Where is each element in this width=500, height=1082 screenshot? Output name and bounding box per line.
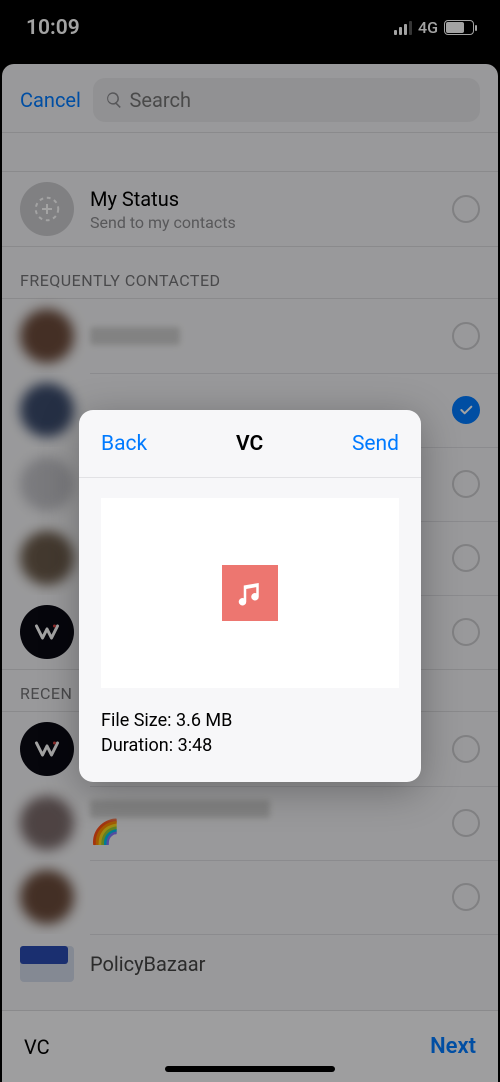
- file-meta: File Size: 3.6 MB Duration: 3:48: [101, 708, 399, 758]
- modal-header: Back VC Send: [79, 410, 421, 478]
- duration-value: 3:48: [178, 735, 213, 756]
- back-button[interactable]: Back: [101, 432, 147, 456]
- music-icon: [222, 565, 278, 621]
- file-preview-modal: Back VC Send File Size: 3.6 MB Duration:…: [79, 410, 421, 782]
- file-size-label: File Size:: [101, 710, 171, 731]
- home-indicator[interactable]: [165, 1066, 335, 1072]
- modal-title: VC: [236, 432, 263, 456]
- file-size-value: 3.6 MB: [176, 710, 232, 731]
- file-preview: [101, 498, 399, 688]
- duration-label: Duration:: [101, 735, 173, 756]
- send-button[interactable]: Send: [352, 432, 399, 456]
